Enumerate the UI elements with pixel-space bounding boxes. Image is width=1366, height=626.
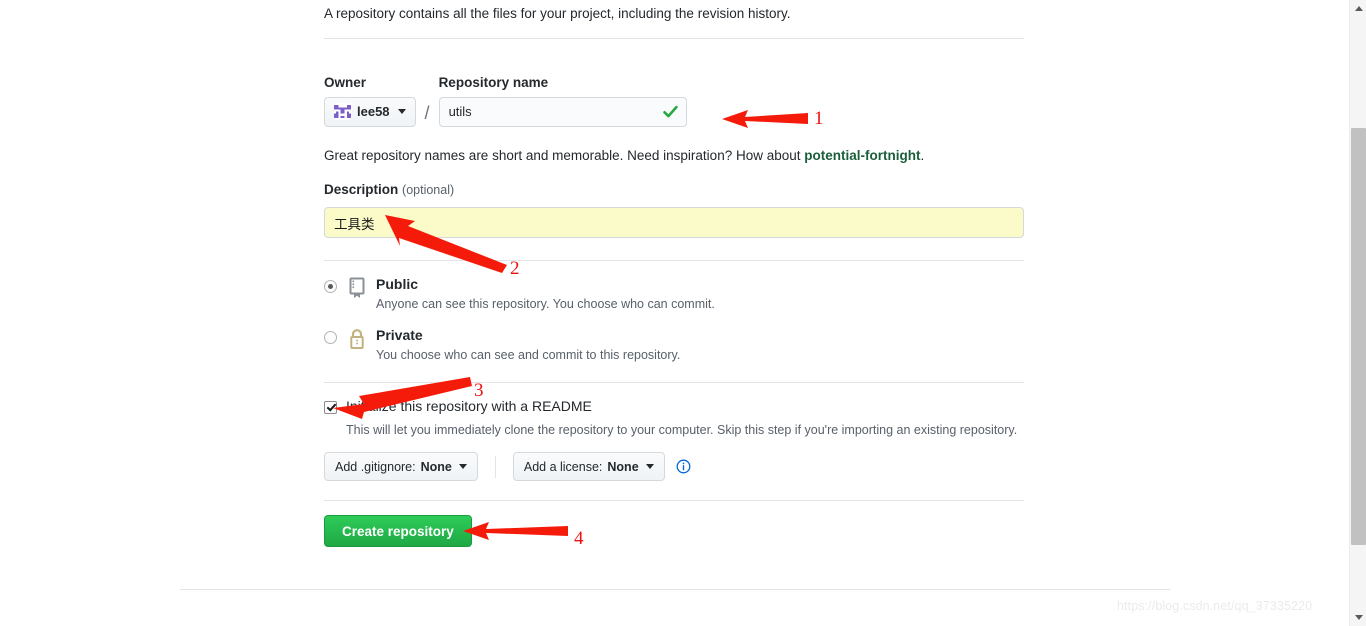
initialize-readme-description: This will let you immediately clone the … — [346, 422, 1018, 437]
repository-name-label: Repository name — [438, 75, 549, 90]
chevron-down-icon — [645, 464, 654, 469]
license-dropdown-button[interactable]: Add a license: None — [512, 452, 665, 481]
divider-description — [324, 260, 1024, 261]
repository-name-field-group: Repository name — [438, 75, 687, 127]
visibility-private-text: Private You choose who can see and commi… — [376, 327, 680, 364]
page-canvas: A repository contains all the files for … — [0, 0, 1366, 626]
visibility-private-title: Private — [376, 327, 423, 344]
annotation-arrow-1 — [722, 110, 808, 128]
initialize-readme-label: Initialize this repository with a README — [346, 398, 592, 414]
vertical-scrollbar[interactable] — [1349, 0, 1366, 626]
divider-footer — [180, 589, 1170, 590]
annotation-number-2: 2 — [510, 258, 520, 279]
description-input[interactable] — [324, 207, 1024, 238]
owner-dropdown-button[interactable]: lee58 — [324, 96, 416, 127]
owner-label: Owner — [324, 75, 367, 90]
visibility-public-text: Public Anyone can see this repository. Y… — [376, 276, 715, 313]
visibility-radio-public[interactable] — [324, 280, 337, 293]
owner-name: lee58 — [357, 104, 390, 119]
info-icon[interactable] — [676, 459, 691, 474]
initialize-group: Initialize this repository with a README… — [324, 398, 1024, 440]
repository-name-input-wrap — [438, 96, 687, 127]
visibility-option-public[interactable]: Public Anyone can see this repository. Y… — [324, 276, 1024, 313]
owner-repository-row: Owner lee58 / Repository name utils — [324, 76, 687, 127]
hint-suggestion: potential-fortnight — [804, 148, 921, 163]
hint-prefix: Great repository names are short and mem… — [324, 148, 805, 163]
annotation-number-4: 4 — [574, 528, 584, 549]
scrollbar-thumb[interactable] — [1351, 128, 1366, 545]
lock-icon — [347, 328, 367, 350]
scroll-up-arrow-icon[interactable] — [1350, 0, 1366, 17]
create-repository-button[interactable]: Create repository — [324, 515, 472, 547]
chevron-down-icon — [458, 464, 467, 469]
hint-suffix: . — [920, 148, 925, 163]
visibility-radio-private[interactable] — [324, 331, 337, 345]
repository-name-input[interactable] — [438, 96, 687, 127]
initialize-readme-checkbox[interactable] — [324, 401, 337, 414]
template-selects-row: Add .gitignore: None Add a license: None — [324, 452, 691, 481]
license-prefix: Add a license: — [523, 459, 603, 474]
annotation-arrow-4 — [463, 522, 568, 540]
path-separator: / — [424, 102, 430, 123]
visibility-public-description: Anyone can see this repository. You choo… — [376, 296, 715, 311]
repository-name-hint: Great repository names are short and mem… — [324, 147, 924, 166]
repo-icon — [347, 277, 367, 299]
visibility-private-description: You choose who can see and commit to thi… — [376, 347, 681, 362]
license-value: None — [607, 459, 639, 474]
divider-initialize — [324, 500, 1024, 501]
visibility-options: Public Anyone can see this repository. Y… — [324, 276, 1024, 379]
visibility-option-private[interactable]: Private You choose who can see and commi… — [324, 327, 1024, 364]
description-label: Description — [324, 182, 399, 197]
gitignore-dropdown-button[interactable]: Add .gitignore: None — [324, 452, 478, 481]
valid-check-icon — [662, 103, 679, 120]
gitignore-prefix: Add .gitignore: — [335, 459, 416, 474]
annotation-number-3: 3 — [474, 380, 484, 401]
vertical-separator — [494, 455, 496, 478]
divider-visibility — [324, 382, 1024, 383]
avatar-icon — [334, 103, 351, 120]
description-optional-label: (optional) — [402, 183, 455, 197]
annotation-number-1: 1 — [814, 108, 824, 129]
scroll-down-arrow-icon[interactable] — [1350, 609, 1366, 626]
chevron-down-icon — [397, 109, 406, 114]
visibility-public-title: Public — [376, 276, 419, 292]
initialize-readme-row[interactable]: Initialize this repository with a README — [324, 398, 1024, 415]
repository-intro-text: A repository contains all the files for … — [324, 6, 791, 21]
owner-field-group: Owner lee58 — [324, 76, 416, 127]
watermark-text: https://blog.csdn.net/qq_37335220 — [1117, 599, 1313, 613]
divider-top — [324, 38, 1024, 39]
gitignore-value: None — [420, 459, 452, 474]
description-label-row: Description (optional) — [324, 183, 454, 197]
intro-block: A repository contains all the files for … — [324, 0, 1024, 24]
